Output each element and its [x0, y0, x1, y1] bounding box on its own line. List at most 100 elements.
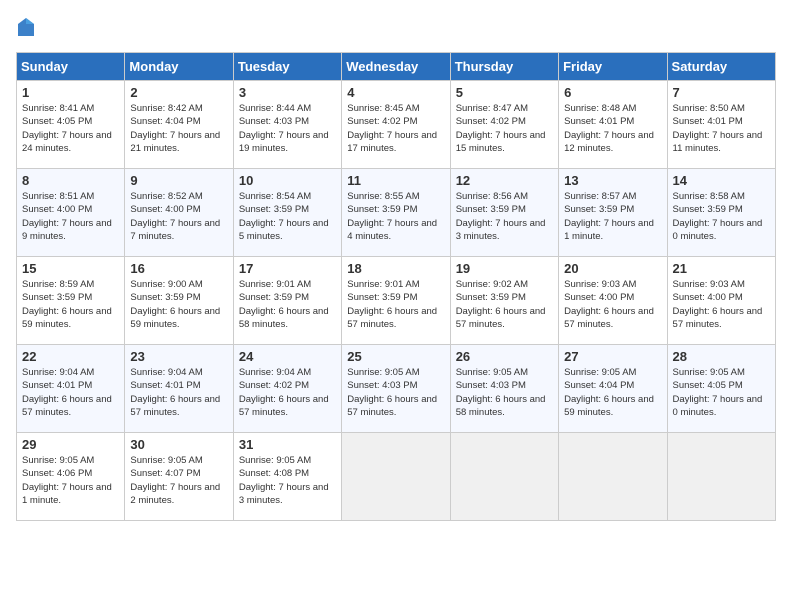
- day-cell: 15 Sunrise: 8:59 AMSunset: 3:59 PMDayligh…: [17, 257, 125, 345]
- day-cell: 3 Sunrise: 8:44 AMSunset: 4:03 PMDaylight…: [233, 81, 341, 169]
- day-cell: 5Sunrise: 8:47 AMSunset: 4:02 PMDaylight…: [450, 81, 558, 169]
- day-cell: 12 Sunrise: 8:56 AMSunset: 3:59 PMDayligh…: [450, 169, 558, 257]
- day-cell: 18Sunrise: 9:01 AMSunset: 3:59 PMDayligh…: [342, 257, 450, 345]
- day-number: 11: [347, 173, 444, 188]
- day-cell: 9 Sunrise: 8:52 AMSunset: 4:00 PMDaylight…: [125, 169, 233, 257]
- day-number: 27: [564, 349, 661, 364]
- day-info: Sunrise: 9:00 AMSunset: 3:59 PMDaylight:…: [130, 278, 227, 331]
- day-info: Sunrise: 9:04 AMSunset: 4:02 PMDaylight:…: [239, 366, 336, 419]
- day-info: Sunrise: 9:03 AMSunset: 4:00 PMDaylight:…: [673, 278, 770, 331]
- day-number: 4: [347, 85, 444, 100]
- day-number: 21: [673, 261, 770, 276]
- day-info: Sunrise: 8:56 AMSunset: 3:59 PMDaylight:…: [456, 190, 553, 243]
- day-info: Sunrise: 9:04 AMSunset: 4:01 PMDaylight:…: [130, 366, 227, 419]
- day-info: Sunrise: 8:44 AMSunset: 4:03 PMDaylight:…: [239, 102, 336, 155]
- day-cell: 20 Sunrise: 9:03 AMSunset: 4:00 PMDayligh…: [559, 257, 667, 345]
- day-cell: 7 Sunrise: 8:50 AMSunset: 4:01 PMDaylight…: [667, 81, 775, 169]
- day-number: 26: [456, 349, 553, 364]
- day-cell: 30 Sunrise: 9:05 AMSunset: 4:07 PMDayligh…: [125, 433, 233, 521]
- day-info: Sunrise: 8:59 AMSunset: 3:59 PMDaylight:…: [22, 278, 119, 331]
- day-number: 31: [239, 437, 336, 452]
- day-cell: 14 Sunrise: 8:58 AMSunset: 3:59 PMDayligh…: [667, 169, 775, 257]
- day-number: 23: [130, 349, 227, 364]
- day-info: Sunrise: 9:05 AMSunset: 4:06 PMDaylight:…: [22, 454, 119, 507]
- day-info: Sunrise: 8:48 AMSunset: 4:01 PMDaylight:…: [564, 102, 661, 155]
- day-info: Sunrise: 9:01 AMSunset: 3:59 PMDaylight:…: [239, 278, 336, 331]
- day-info: Sunrise: 8:50 AMSunset: 4:01 PMDaylight:…: [673, 102, 770, 155]
- day-info: Sunrise: 8:57 AMSunset: 3:59 PMDaylight:…: [564, 190, 661, 243]
- day-number: 29: [22, 437, 119, 452]
- day-info: Sunrise: 9:05 AMSunset: 4:03 PMDaylight:…: [456, 366, 553, 419]
- day-info: Sunrise: 9:05 AMSunset: 4:08 PMDaylight:…: [239, 454, 336, 507]
- day-info: Sunrise: 8:42 AMSunset: 4:04 PMDaylight:…: [130, 102, 227, 155]
- day-info: Sunrise: 9:05 AMSunset: 4:07 PMDaylight:…: [130, 454, 227, 507]
- week-row-4: 22 Sunrise: 9:04 AMSunset: 4:01 PMDayligh…: [17, 345, 776, 433]
- day-number: 25: [347, 349, 444, 364]
- day-cell: 10 Sunrise: 8:54 AMSunset: 3:59 PMDayligh…: [233, 169, 341, 257]
- day-cell: 13Sunrise: 8:57 AMSunset: 3:59 PMDayligh…: [559, 169, 667, 257]
- day-cell: 2Sunrise: 8:42 AMSunset: 4:04 PMDaylight…: [125, 81, 233, 169]
- day-cell: 6 Sunrise: 8:48 AMSunset: 4:01 PMDaylight…: [559, 81, 667, 169]
- weekday-header-friday: Friday: [559, 53, 667, 81]
- day-cell: [559, 433, 667, 521]
- day-number: 15: [22, 261, 119, 276]
- day-info: Sunrise: 8:41 AMSunset: 4:05 PMDaylight:…: [22, 102, 119, 155]
- day-number: 24: [239, 349, 336, 364]
- weekday-header-sunday: Sunday: [17, 53, 125, 81]
- weekday-header-tuesday: Tuesday: [233, 53, 341, 81]
- day-cell: 1 Sunrise: 8:41 AMSunset: 4:05 PMDaylight…: [17, 81, 125, 169]
- day-cell: 11 Sunrise: 8:55 AMSunset: 3:59 PMDayligh…: [342, 169, 450, 257]
- day-cell: 28 Sunrise: 9:05 AMSunset: 4:05 PMDayligh…: [667, 345, 775, 433]
- day-info: Sunrise: 8:58 AMSunset: 3:59 PMDaylight:…: [673, 190, 770, 243]
- calendar-table: SundayMondayTuesdayWednesdayThursdayFrid…: [16, 52, 776, 521]
- day-number: 6: [564, 85, 661, 100]
- day-info: Sunrise: 8:52 AMSunset: 4:00 PMDaylight:…: [130, 190, 227, 243]
- day-cell: 31 Sunrise: 9:05 AMSunset: 4:08 PMDayligh…: [233, 433, 341, 521]
- day-cell: 26 Sunrise: 9:05 AMSunset: 4:03 PMDayligh…: [450, 345, 558, 433]
- day-number: 10: [239, 173, 336, 188]
- day-cell: [667, 433, 775, 521]
- day-cell: 23 Sunrise: 9:04 AMSunset: 4:01 PMDayligh…: [125, 345, 233, 433]
- day-number: 20: [564, 261, 661, 276]
- day-info: Sunrise: 8:51 AMSunset: 4:00 PMDaylight:…: [22, 190, 119, 243]
- day-number: 17: [239, 261, 336, 276]
- day-number: 19: [456, 261, 553, 276]
- logo: [16, 16, 40, 40]
- day-info: Sunrise: 8:54 AMSunset: 3:59 PMDaylight:…: [239, 190, 336, 243]
- day-cell: [450, 433, 558, 521]
- day-info: Sunrise: 9:01 AMSunset: 3:59 PMDaylight:…: [347, 278, 444, 331]
- day-number: 8: [22, 173, 119, 188]
- day-number: 14: [673, 173, 770, 188]
- day-cell: [342, 433, 450, 521]
- day-info: Sunrise: 9:03 AMSunset: 4:00 PMDaylight:…: [564, 278, 661, 331]
- day-info: Sunrise: 8:55 AMSunset: 3:59 PMDaylight:…: [347, 190, 444, 243]
- weekday-header-wednesday: Wednesday: [342, 53, 450, 81]
- day-cell: 4 Sunrise: 8:45 AMSunset: 4:02 PMDaylight…: [342, 81, 450, 169]
- day-info: Sunrise: 9:02 AMSunset: 3:59 PMDaylight:…: [456, 278, 553, 331]
- logo-icon: [16, 16, 36, 40]
- day-number: 1: [22, 85, 119, 100]
- day-number: 22: [22, 349, 119, 364]
- day-number: 7: [673, 85, 770, 100]
- day-number: 9: [130, 173, 227, 188]
- day-cell: 21 Sunrise: 9:03 AMSunset: 4:00 PMDayligh…: [667, 257, 775, 345]
- day-cell: 22Sunrise: 9:04 AMSunset: 4:01 PMDayligh…: [17, 345, 125, 433]
- week-row-3: 15 Sunrise: 8:59 AMSunset: 3:59 PMDayligh…: [17, 257, 776, 345]
- day-number: 16: [130, 261, 227, 276]
- day-info: Sunrise: 8:45 AMSunset: 4:02 PMDaylight:…: [347, 102, 444, 155]
- day-cell: 27 Sunrise: 9:05 AMSunset: 4:04 PMDayligh…: [559, 345, 667, 433]
- day-number: 3: [239, 85, 336, 100]
- day-cell: 17 Sunrise: 9:01 AMSunset: 3:59 PMDayligh…: [233, 257, 341, 345]
- day-cell: 19 Sunrise: 9:02 AMSunset: 3:59 PMDayligh…: [450, 257, 558, 345]
- weekday-header-thursday: Thursday: [450, 53, 558, 81]
- day-info: Sunrise: 9:05 AMSunset: 4:05 PMDaylight:…: [673, 366, 770, 419]
- day-number: 28: [673, 349, 770, 364]
- day-cell: 25Sunrise: 9:05 AMSunset: 4:03 PMDayligh…: [342, 345, 450, 433]
- day-info: Sunrise: 8:47 AMSunset: 4:02 PMDaylight:…: [456, 102, 553, 155]
- week-row-2: 8 Sunrise: 8:51 AMSunset: 4:00 PMDaylight…: [17, 169, 776, 257]
- day-info: Sunrise: 9:05 AMSunset: 4:04 PMDaylight:…: [564, 366, 661, 419]
- weekday-header-saturday: Saturday: [667, 53, 775, 81]
- day-number: 30: [130, 437, 227, 452]
- day-cell: 8 Sunrise: 8:51 AMSunset: 4:00 PMDaylight…: [17, 169, 125, 257]
- day-number: 12: [456, 173, 553, 188]
